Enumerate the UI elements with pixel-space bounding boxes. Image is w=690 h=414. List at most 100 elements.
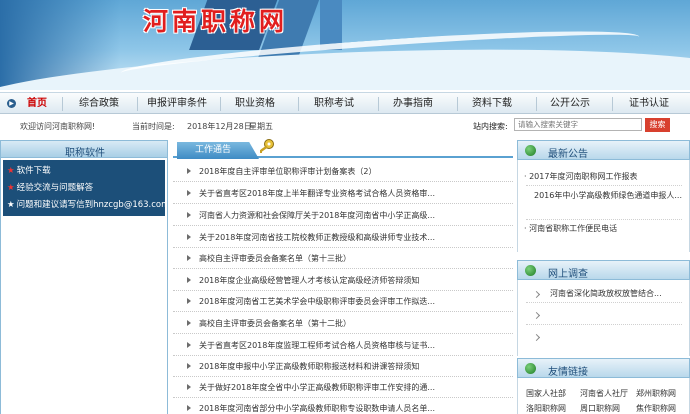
- software-panel-body: ★ 软件下载 ★ 经验交流与问题解答 ★ 问题和建议请写信到hnzcgb@163.co…: [0, 158, 168, 414]
- arrow-icon: [187, 212, 191, 218]
- notice-row[interactable]: 关于省直考区2018年度上半年翻译专业资格考试合格人员资格审...: [173, 183, 513, 204]
- current-date: 2018年12月28日: [187, 122, 252, 131]
- notice-row[interactable]: 关于做好2018年度全省中小学正高级教师职称评审工作安排的通...: [173, 377, 513, 398]
- notice-row[interactable]: 2018年度申报中小学正高级教师职称报送材料和讲课答辩须知: [173, 356, 513, 377]
- welcome-text: 欢迎访问河南职称网!: [20, 122, 96, 131]
- software-panel-title: 职称软件: [65, 148, 105, 159]
- globe-icon: [525, 363, 536, 374]
- site-banner: 河南职称网: [0, 0, 690, 90]
- arrow-icon: [187, 320, 191, 326]
- current-weekday: 星期五: [249, 122, 273, 131]
- key-icon: [260, 139, 274, 153]
- link-luoyang[interactable]: 洛阳职称网: [526, 403, 566, 414]
- nav-guide[interactable]: 办事指南: [386, 93, 440, 115]
- globe-icon: [525, 145, 536, 156]
- announcement-item[interactable]: · 2017年度河南职称网工作报表: [524, 171, 637, 182]
- nav-separator: [457, 97, 458, 111]
- time-label: 当前时间是:: [132, 122, 175, 131]
- main-nav: ▶ 首页 综合政策 申报评审条件 职业资格 职称考试 办事指南 资料下载 公开公…: [0, 92, 690, 114]
- arrow-icon: [532, 311, 541, 320]
- announcement-item[interactable]: · 河南省职称工作便民电话: [524, 223, 617, 234]
- globe-icon: [525, 265, 536, 276]
- nav-separator: [137, 97, 138, 111]
- nav-review-conditions[interactable]: 申报评审条件: [142, 93, 212, 115]
- link-henan-hrss[interactable]: 河南省人社厅: [580, 388, 628, 399]
- nav-separator: [612, 97, 613, 111]
- divider: [526, 219, 682, 220]
- friendly-links-body: 国家人社部 河南省人社厅 郑州职称网 洛阳职称网 周口职称网 焦作职称网: [517, 378, 690, 414]
- friendly-links-title: 友情链接: [548, 367, 588, 378]
- star-icon: ★: [7, 166, 15, 176]
- software-download-link[interactable]: ★ 软件下载: [3, 163, 165, 180]
- nav-separator: [378, 97, 379, 111]
- nav-public-notice[interactable]: 公开公示: [543, 93, 597, 115]
- nav-downloads[interactable]: 资料下载: [465, 93, 519, 115]
- nav-separator: [536, 97, 537, 111]
- announcement-item[interactable]: 2016年中小学高级教师绿色通道申报人...: [534, 188, 684, 203]
- work-notices: 工作通告 2018年度自主评审单位职称评审计划备案表（2） 关于省直考区2018…: [173, 139, 513, 414]
- latest-announcements-title: 最新公告: [548, 149, 588, 160]
- arrow-icon: [532, 333, 541, 342]
- faq-link[interactable]: ★ 经验交流与问题解答: [3, 180, 165, 197]
- nav-home[interactable]: 首页: [20, 93, 54, 115]
- link-zhengzhou[interactable]: 郑州职称网: [636, 388, 676, 399]
- notice-row[interactable]: 高校自主评审委员会备案名单（第十三批）: [173, 248, 513, 269]
- arrow-icon: [187, 405, 191, 411]
- nav-separator: [220, 97, 221, 111]
- divider: [526, 185, 682, 186]
- notice-row[interactable]: 2018年度河南省工艺美术学会中级职称评审委员会评审工作拟迭...: [173, 291, 513, 312]
- link-jiaozuo[interactable]: 焦作职称网: [636, 403, 676, 414]
- nav-certificate[interactable]: 证书认证: [622, 93, 676, 115]
- friendly-links-header: 友情链接: [517, 358, 690, 378]
- arrow-icon: [187, 190, 191, 196]
- star-icon: ★: [7, 200, 15, 210]
- friendly-links: 友情链接 国家人社部 河南省人社厅 郑州职称网 洛阳职称网 周口职称网 焦作职称…: [517, 358, 690, 414]
- nav-qualification[interactable]: 职业资格: [228, 93, 282, 115]
- feedback-email-link[interactable]: ★ 问题和建议请写信到hnzcgb@163.com: [3, 197, 165, 214]
- notice-row[interactable]: 关于省直考区2018年度监理工程师考试合格人员资格审核与证书...: [173, 335, 513, 356]
- nav-separator: [298, 97, 299, 111]
- tab-work-notices[interactable]: 工作通告: [177, 142, 259, 159]
- arrow-icon: [187, 255, 191, 261]
- software-panel: 职称软件 ★ 软件下载 ★ 经验交流与问题解答 ★ 问题和建议请写信到hnzcgb@1…: [0, 140, 168, 414]
- notice-row[interactable]: 高校自主评审委员会备案名单（第十二批）: [173, 313, 513, 334]
- arrow-icon: [187, 168, 191, 174]
- link-mohrss[interactable]: 国家人社部: [526, 388, 566, 399]
- divider: [526, 324, 682, 325]
- arrow-icon: [187, 277, 191, 283]
- notice-row[interactable]: 河南省人力资源和社会保障厅关于2018年度河南省中小学正高级...: [173, 205, 513, 226]
- search-label: 站内搜索:: [473, 122, 508, 131]
- search-input[interactable]: [514, 118, 642, 131]
- divider: [526, 302, 682, 303]
- search-button[interactable]: 搜索: [645, 118, 670, 132]
- online-survey: 网上调查 河南省深化简政放权放管结合...: [517, 260, 690, 356]
- home-icon: ▶: [7, 99, 16, 108]
- nav-policy[interactable]: 综合政策: [72, 93, 126, 115]
- nav-separator: [62, 97, 63, 111]
- site-title: 河南职称网: [143, 7, 289, 36]
- notice-row[interactable]: 2018年度企业高级经营管理人才考核认定高级经济师答辩须知: [173, 270, 513, 291]
- nav-exam[interactable]: 职称考试: [307, 93, 361, 115]
- work-notices-header: 工作通告: [173, 139, 513, 159]
- arrow-icon: [187, 342, 191, 348]
- latest-announcements: 最新公告 · 2017年度河南职称网工作报表 2016年中小学高级教师绿色通道申…: [517, 140, 690, 252]
- latest-announcements-body: · 2017年度河南职称网工作报表 2016年中小学高级教师绿色通道申报人...…: [517, 160, 690, 252]
- notice-row[interactable]: 关于2018年度河南省技工院校教师正教授级和高级讲师专业技术...: [173, 227, 513, 248]
- notice-row[interactable]: 2018年度河南省部分中小学高级教师职称专设职数申请人员名单...: [173, 398, 513, 414]
- arrow-icon: [187, 363, 191, 369]
- online-survey-body: 河南省深化简政放权放管结合...: [517, 280, 690, 356]
- star-icon: ★: [7, 183, 15, 193]
- online-survey-header: 网上调查: [517, 260, 690, 280]
- software-links: ★ 软件下载 ★ 经验交流与问题解答 ★ 问题和建议请写信到hnzcgb@163.co…: [3, 160, 165, 216]
- link-zhoukou[interactable]: 周口职称网: [580, 403, 620, 414]
- online-survey-title: 网上调查: [548, 269, 588, 280]
- info-bar: 欢迎访问河南职称网! 当前时间是: 2018年12月28日 星期五 站内搜索: …: [0, 116, 690, 136]
- notice-row[interactable]: 2018年度自主评审单位职称评审计划备案表（2）: [173, 161, 513, 182]
- survey-item[interactable]: 河南省深化简政放权放管结合...: [550, 288, 662, 299]
- arrow-icon: [187, 234, 191, 240]
- software-panel-header: 职称软件: [0, 140, 168, 159]
- arrow-icon: [187, 384, 191, 390]
- latest-announcements-header: 最新公告: [517, 140, 690, 160]
- arrow-icon: [187, 298, 191, 304]
- arrow-icon: [532, 290, 541, 299]
